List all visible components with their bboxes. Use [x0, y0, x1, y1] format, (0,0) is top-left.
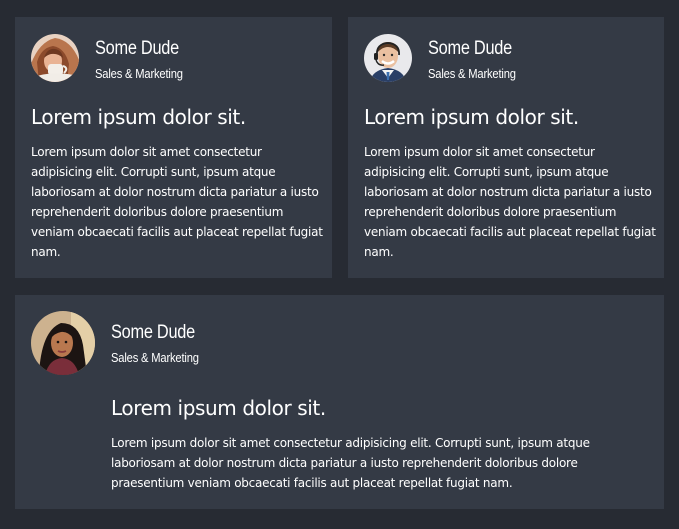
person-name: Some Dude [428, 38, 512, 59]
person-role: Sales & Marketing [111, 350, 199, 365]
testimonial-headline: Lorem ipsum dolor sit. [111, 396, 326, 420]
avatar [364, 34, 412, 82]
person-name: Some Dude [95, 38, 179, 59]
testimonial-body: Lorem ipsum dolor sit amet consectetur a… [111, 436, 590, 490]
testimonial-headline: Lorem ipsum dolor sit. [31, 105, 246, 129]
avatar [31, 311, 95, 375]
testimonial-card: Some Dude Sales & Marketing Lorem ipsum … [15, 17, 332, 278]
avatar [31, 34, 79, 82]
testimonial-card: Some Dude Sales & Marketing Lorem ipsum … [15, 295, 664, 509]
woman-drinking-coffee-avatar-icon [31, 34, 79, 82]
person-role: Sales & Marketing [428, 66, 516, 81]
person-name: Some Dude [111, 322, 195, 343]
testimonial-body: Lorem ipsum dolor sit amet consectetur a… [364, 145, 656, 259]
testimonial-headline: Lorem ipsum dolor sit. [364, 105, 579, 129]
testimonial-body: Lorem ipsum dolor sit amet consectetur a… [31, 145, 323, 259]
person-role: Sales & Marketing [95, 66, 183, 81]
woman-portrait-avatar-icon [31, 311, 95, 375]
smiling-man-with-headset-avatar-icon [364, 34, 412, 82]
testimonial-card: Some Dude Sales & Marketing Lorem ipsum … [348, 17, 664, 278]
